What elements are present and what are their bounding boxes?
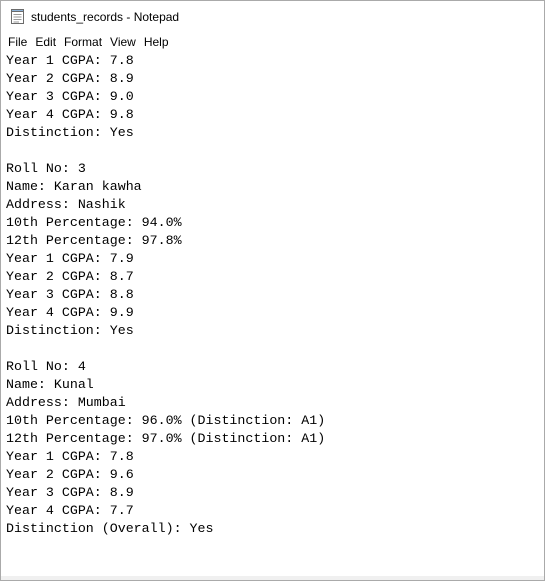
menu-format[interactable]: Format [64, 32, 102, 52]
text-line: Distinction: Yes [6, 125, 134, 140]
menu-file[interactable]: File [8, 32, 27, 52]
text-line: Year 3 CGPA: 8.9 [6, 485, 134, 500]
text-line: Year 1 CGPA: 7.9 [6, 251, 134, 266]
menu-bar: File Edit Format View Help [1, 32, 544, 53]
text-line: Year 4 CGPA: 7.7 [6, 503, 134, 518]
text-line: Year 2 CGPA: 8.7 [6, 269, 134, 284]
text-line: Roll No: 3 [6, 161, 86, 176]
text-line: 12th Percentage: 97.8% [6, 233, 182, 248]
text-line: Year 3 CGPA: 8.8 [6, 287, 134, 302]
menu-edit[interactable]: Edit [35, 32, 56, 52]
text-editor[interactable]: Year 1 CGPA: 7.8 Year 2 CGPA: 8.9 Year 3… [1, 52, 544, 578]
notepad-icon [11, 9, 24, 24]
text-line: Year 2 CGPA: 9.6 [6, 467, 134, 482]
status-bar-edge [1, 576, 544, 580]
text-line: Year 1 CGPA: 7.8 [6, 449, 134, 464]
text-line: Year 3 CGPA: 9.0 [6, 89, 134, 104]
text-line: Roll No: 4 [6, 359, 86, 374]
text-line: Name: Karan kawha [6, 179, 142, 194]
text-line: Year 4 CGPA: 9.8 [6, 107, 134, 122]
text-line: Address: Mumbai [6, 395, 126, 410]
text-line: Year 4 CGPA: 9.9 [6, 305, 134, 320]
title-bar[interactable]: students_records - Notepad [1, 1, 544, 32]
text-line: 10th Percentage: 94.0% [6, 215, 182, 230]
text-line: Year 1 CGPA: 7.8 [6, 53, 134, 68]
text-line: 10th Percentage: 96.0% (Distinction: A1) [6, 413, 326, 428]
text-line: Year 2 CGPA: 8.9 [6, 71, 134, 86]
menu-help[interactable]: Help [144, 32, 169, 52]
notepad-window: students_records - Notepad File Edit For… [0, 0, 545, 581]
text-line: Distinction (Overall): Yes [6, 521, 214, 536]
text-line [6, 340, 544, 358]
window-title: students_records - Notepad [31, 10, 180, 24]
text-line: Address: Nashik [6, 197, 126, 212]
text-line [6, 142, 544, 160]
text-line: Name: Kunal [6, 377, 94, 392]
text-line: Distinction: Yes [6, 323, 134, 338]
menu-view[interactable]: View [110, 32, 136, 52]
text-line: 12th Percentage: 97.0% (Distinction: A1) [6, 431, 326, 446]
